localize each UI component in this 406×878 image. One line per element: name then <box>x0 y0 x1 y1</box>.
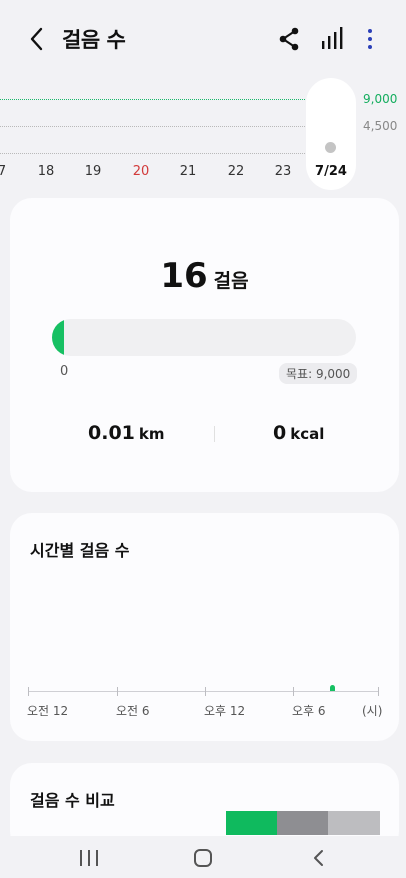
nav-back-button[interactable] <box>310 849 328 867</box>
bar-chart-icon <box>322 27 343 49</box>
back-button[interactable] <box>20 22 54 56</box>
day-label[interactable]: 23 <box>268 164 298 179</box>
stat-divider <box>214 426 215 442</box>
compare-bar-average <box>277 811 328 835</box>
axis-tick <box>117 687 118 696</box>
hourly-axis <box>28 691 378 692</box>
axis-tick <box>205 687 206 696</box>
steps-unit: 걸음 <box>213 270 249 292</box>
axis-label: 오전 12 <box>27 704 69 718</box>
share-button[interactable] <box>274 24 304 54</box>
day-label[interactable]: 7 <box>0 164 17 179</box>
day-label[interactable]: 18 <box>31 164 61 179</box>
day-label[interactable]: 22 <box>221 164 251 179</box>
axis-label: 오전 6 <box>116 704 150 718</box>
selected-day-label: 7/24 <box>315 164 347 179</box>
chart-view-button[interactable] <box>318 24 346 54</box>
day-label[interactable]: 21 <box>173 164 203 179</box>
selected-day-marker <box>325 142 336 153</box>
progress-fill <box>52 319 64 356</box>
hourly-title: 시간별 걸음 수 <box>30 541 130 560</box>
share-icon <box>279 27 299 51</box>
base-gridline <box>0 153 305 154</box>
axis-tick <box>293 687 294 696</box>
day-label-sunday[interactable]: 20 <box>126 164 156 179</box>
day-label[interactable]: 19 <box>78 164 108 179</box>
half-axis-label: 4,500 <box>363 119 398 133</box>
distance-stat: 0.01 km <box>88 422 165 444</box>
more-vertical-icon <box>368 29 372 33</box>
axis-label: 오후 12 <box>204 704 246 718</box>
goal-axis-label: 9,000 <box>363 92 398 106</box>
nav-back-icon <box>314 850 323 866</box>
goal-gridline <box>0 99 305 100</box>
steps-count: 16 걸음 <box>10 256 399 296</box>
axis-tick <box>28 687 29 696</box>
page-title: 걸음 수 <box>62 28 126 52</box>
progress-track <box>52 319 356 356</box>
compare-bar-mine <box>226 811 277 835</box>
compare-bar-other <box>328 811 380 835</box>
axis-label: 오후 6 <box>292 704 326 718</box>
half-gridline <box>0 126 305 127</box>
home-button[interactable] <box>194 849 212 867</box>
steps-value: 16 <box>160 256 208 296</box>
compare-title: 걸음 수 비교 <box>30 791 115 810</box>
progress-start-label: 0 <box>60 364 69 379</box>
axis-tick <box>378 687 379 696</box>
calories-stat: 0 kcal <box>273 422 324 444</box>
hourly-bar <box>330 685 335 691</box>
calories-value: 0 <box>273 422 287 444</box>
goal-chip: 목표: 9,000 <box>279 363 358 384</box>
recents-icon <box>80 850 82 866</box>
chevron-left-icon <box>30 27 43 51</box>
distance-value: 0.01 <box>88 422 135 444</box>
axis-unit: (시) <box>362 704 383 718</box>
recents-button[interactable] <box>80 850 98 866</box>
more-options-button[interactable] <box>358 24 382 54</box>
distance-unit: km <box>138 425 165 443</box>
calories-unit: kcal <box>290 425 325 443</box>
